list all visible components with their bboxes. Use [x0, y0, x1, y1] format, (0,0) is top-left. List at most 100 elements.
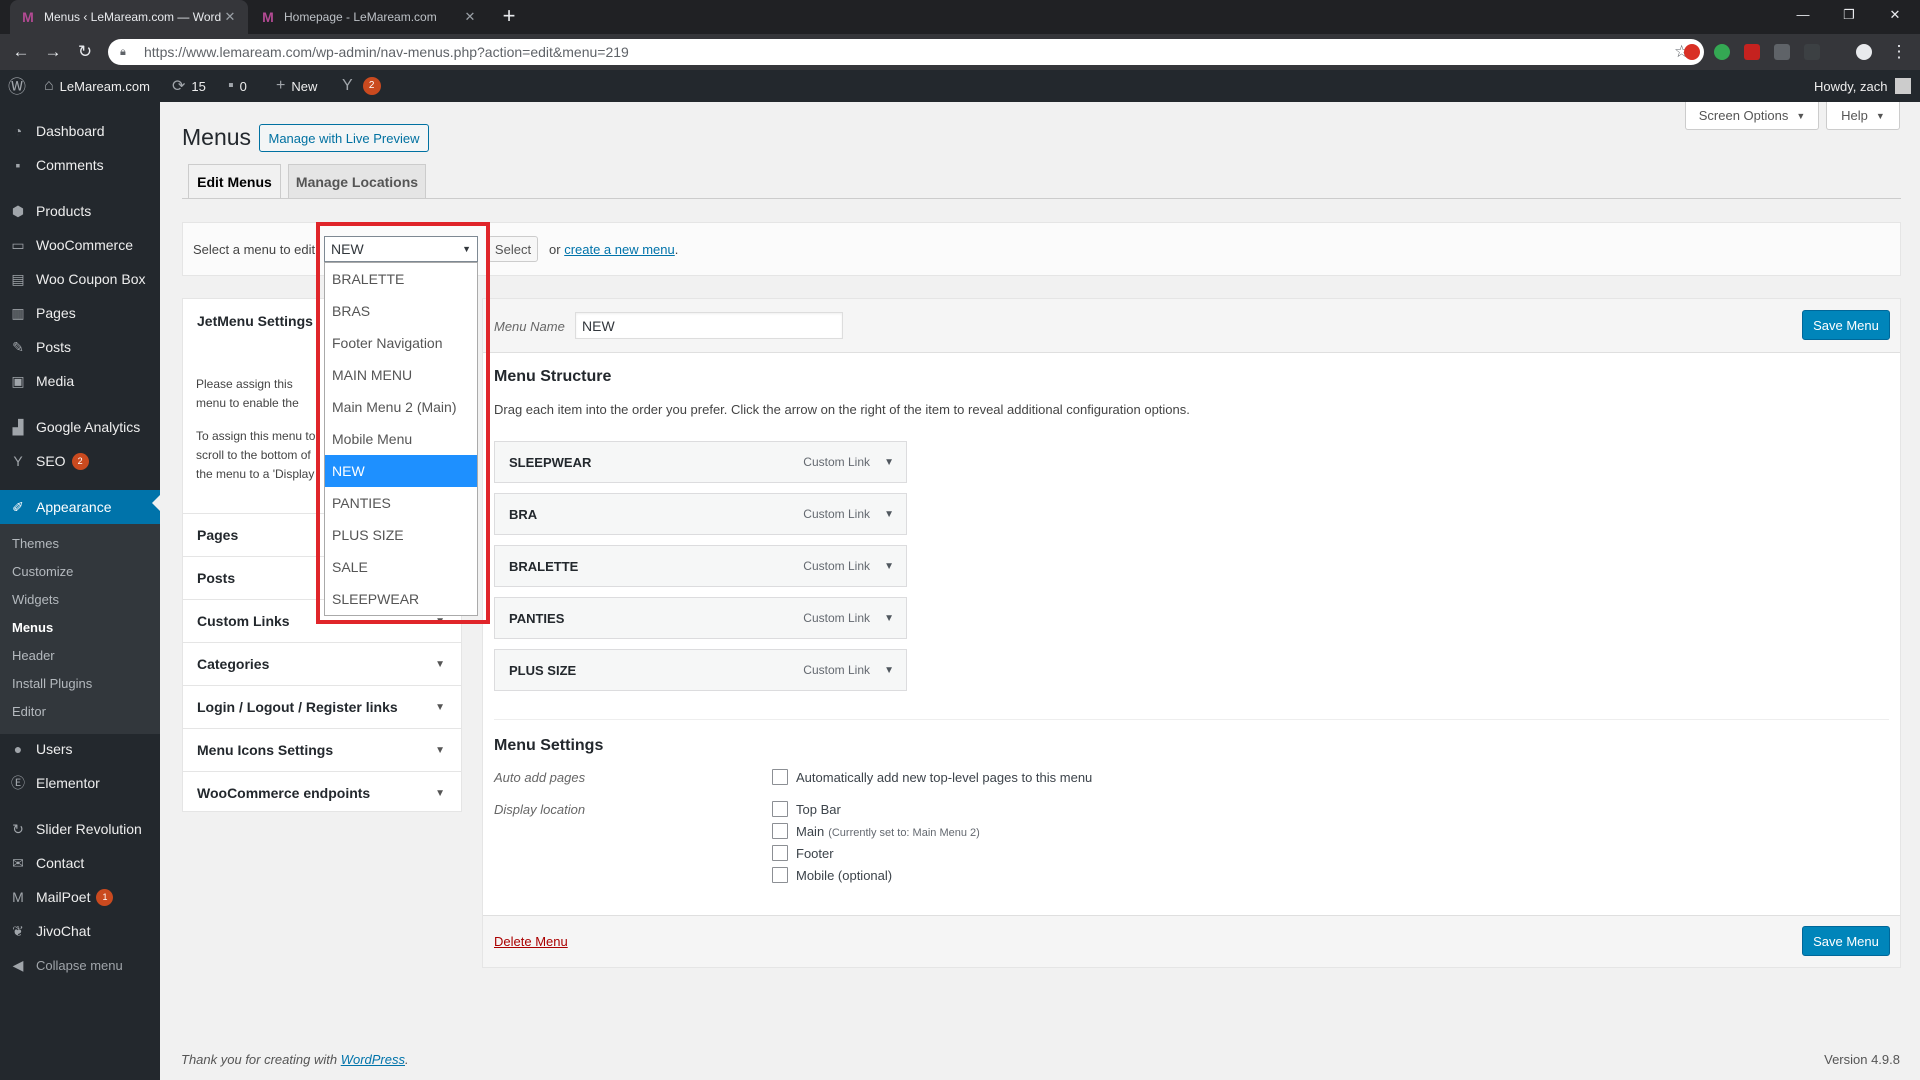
extension-red-icon[interactable] — [1744, 44, 1760, 60]
plus-icon: + — [276, 77, 286, 94]
select-button[interactable]: Select — [488, 236, 538, 262]
sidebar-item-google-analytics[interactable]: ▟ Google Analytics — [0, 410, 160, 444]
create-menu-text: or create a new menu. — [549, 242, 678, 257]
sidebar-item-seo[interactable]: Y SEO 2 — [0, 444, 160, 478]
sidebar-item-users[interactable]: ● Users — [0, 732, 160, 766]
forward-icon[interactable]: → — [42, 41, 64, 63]
my-account-link[interactable]: Howdy, zach — [1814, 70, 1912, 102]
location-label: Main (Currently set to: Main Menu 2) — [796, 824, 980, 839]
submenu-item-editor[interactable]: Editor — [0, 697, 160, 725]
minimize-icon[interactable]: — — [1780, 0, 1826, 30]
reload-icon[interactable]: ↻ — [74, 41, 96, 63]
sidebar-item-collapse-menu[interactable]: ◀ Collapse menu — [0, 948, 160, 982]
sidebar-item-pages[interactable]: ▥ Pages — [0, 296, 160, 330]
select-menu-label: Select a menu to edit: — [193, 242, 319, 257]
auto-add-option-label: Automatically add new top-level pages to… — [796, 770, 1093, 785]
back-icon[interactable]: ← — [10, 41, 32, 63]
site-name: LeMaream.com — [59, 78, 150, 94]
sidebar-item-mailpoet[interactable]: M MailPoet 1 — [0, 880, 160, 914]
submenu-item-menus[interactable]: Menus — [0, 613, 160, 641]
sidebar-item-label: Users — [36, 741, 73, 757]
sidebar-item-dashboard[interactable]: ◔ Dashboard — [0, 114, 160, 148]
sidebar-item-contact[interactable]: ✉ Contact — [0, 846, 160, 880]
accordion-woocommerce-endpoints[interactable]: WooCommerce endpoints ▼ — [183, 771, 461, 814]
seo-link[interactable]: Y 2 — [342, 70, 381, 102]
jetmenu-text-2: To assign this menu to scroll to the bot… — [196, 429, 316, 481]
location-label: Mobile (optional) — [796, 868, 892, 883]
site-name-link[interactable]: ⌂ LeMaream.com — [44, 70, 150, 102]
menu-item-toggle-icon[interactable]: ▼ — [884, 665, 894, 676]
submenu-item-customize[interactable]: Customize — [0, 557, 160, 585]
accordion-login-logout-register-links[interactable]: Login / Logout / Register links ▼ — [183, 685, 461, 728]
menu-item-toggle-icon[interactable]: ▼ — [884, 457, 894, 468]
accordion-title: Categories — [197, 656, 270, 672]
restore-icon[interactable]: ❐ — [1826, 0, 1872, 30]
tab-close-icon[interactable]: ✕ — [222, 9, 238, 25]
menu-item[interactable]: BRA Custom Link ▼ — [494, 493, 907, 535]
accordion-menu-icons-settings[interactable]: Menu Icons Settings ▼ — [183, 728, 461, 771]
menu-item[interactable]: BRALETTE Custom Link ▼ — [494, 545, 907, 587]
updates-link[interactable]: ⟳ 15 — [172, 70, 206, 102]
sidebar-item-products[interactable]: ⬢ Products — [0, 194, 160, 228]
sidebar-item-comments[interactable]: ▪ Comments — [0, 148, 160, 182]
submenu-item-themes[interactable]: Themes — [0, 529, 160, 557]
extension-green-icon[interactable] — [1714, 44, 1730, 60]
accordion-categories[interactable]: Categories ▼ — [183, 642, 461, 685]
tab-manage-locations[interactable]: Manage Locations — [288, 164, 426, 199]
window-close-icon[interactable]: ✕ — [1872, 0, 1918, 30]
location-checkbox[interactable] — [772, 845, 788, 861]
tab-edit-menus[interactable]: Edit Menus — [188, 164, 281, 199]
location-checkbox[interactable] — [772, 823, 788, 839]
location-name: Top Bar — [796, 802, 841, 817]
comments-link[interactable]: ▪ 0 — [228, 70, 247, 102]
sidebar-item-posts[interactable]: ✎ Posts — [0, 330, 160, 364]
screen-options-button[interactable]: Screen Options ▼ — [1685, 102, 1819, 130]
menu-item-toggle-icon[interactable]: ▼ — [884, 509, 894, 520]
menu-item[interactable]: PLUS SIZE Custom Link ▼ — [494, 649, 907, 691]
menu-item[interactable]: SLEEPWEAR Custom Link ▼ — [494, 441, 907, 483]
new-content-link[interactable]: + New — [276, 70, 317, 102]
help-button[interactable]: Help ▼ — [1826, 102, 1900, 130]
tab-close-icon[interactable]: ✕ — [462, 9, 478, 25]
sidebar-item-elementor[interactable]: Ⓔ Elementor — [0, 766, 160, 800]
wordpress-logo-icon[interactable]: Ⓦ — [8, 70, 32, 102]
submenu-item-header[interactable]: Header — [0, 641, 160, 669]
sidebar-item-label: Slider Revolution — [36, 821, 142, 837]
sidebar-item-appearance[interactable]: ✐ Appearance — [0, 490, 160, 524]
settings-divider — [494, 719, 1889, 720]
sidebar-item-label: Collapse menu — [36, 957, 123, 973]
extension-pin-icon[interactable] — [1804, 44, 1820, 60]
sidebar-item-woo-coupon-box[interactable]: ▤ Woo Coupon Box — [0, 262, 160, 296]
profile-icon[interactable] — [1856, 44, 1872, 60]
submenu-item-install-plugins[interactable]: Install Plugins — [0, 669, 160, 697]
accordion-title: Login / Logout / Register links — [197, 699, 398, 715]
save-menu-button-bottom[interactable]: Save Menu — [1802, 926, 1890, 956]
sidebar-item-jivochat[interactable]: ❦ JivoChat — [0, 914, 160, 948]
jetmenu-title: JetMenu Settings — [197, 312, 313, 329]
sidebar-item-slider-revolution[interactable]: ↻ Slider Revolution — [0, 812, 160, 846]
create-new-menu-link[interactable]: create a new menu — [564, 242, 675, 257]
wordpress-link[interactable]: WordPress — [341, 1052, 405, 1067]
live-preview-button[interactable]: Manage with Live Preview — [259, 124, 429, 152]
save-menu-button-top[interactable]: Save Menu — [1802, 310, 1890, 340]
menu-name-input[interactable]: NEW — [575, 312, 843, 339]
new-tab-icon[interactable]: + — [496, 4, 522, 30]
menu-item-toggle-icon[interactable]: ▼ — [884, 613, 894, 624]
sidebar-item-label: Comments — [36, 157, 104, 173]
location-checkbox[interactable] — [772, 801, 788, 817]
pin-icon: ✎ — [12, 338, 24, 355]
browser-tab[interactable]: M Homepage - LeMaream.com ✕ — [250, 0, 488, 34]
address-bar[interactable]: 🔒︎ https://www.lemaream.com/wp-admin/nav… — [108, 39, 1704, 65]
submenu-item-widgets[interactable]: Widgets — [0, 585, 160, 613]
menu-item-toggle-icon[interactable]: ▼ — [884, 561, 894, 572]
extension-opera-icon[interactable] — [1684, 44, 1700, 60]
menu-item[interactable]: PANTIES Custom Link ▼ — [494, 597, 907, 639]
auto-add-checkbox[interactable] — [772, 769, 788, 785]
browser-tab-active[interactable]: M Menus ‹ LeMaream.com — Word ✕ — [10, 0, 248, 34]
location-checkbox[interactable] — [772, 867, 788, 883]
chrome-menu-icon[interactable]: ⋮ — [1888, 41, 1910, 63]
extension-pen-icon[interactable] — [1774, 44, 1790, 60]
delete-menu-link[interactable]: Delete Menu — [494, 934, 568, 949]
sidebar-item-woocommerce[interactable]: ▭ WooCommerce — [0, 228, 160, 262]
sidebar-item-media[interactable]: ▣ Media — [0, 364, 160, 398]
